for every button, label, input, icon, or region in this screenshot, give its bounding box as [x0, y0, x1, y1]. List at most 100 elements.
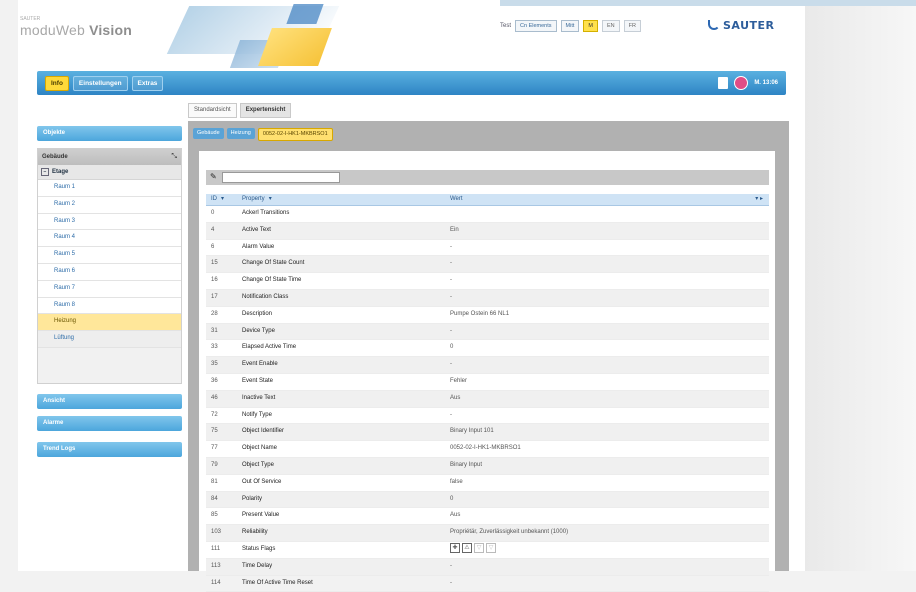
- tree-item[interactable]: Raum 5: [38, 247, 181, 264]
- cell-property: Status Flags: [242, 545, 276, 552]
- cell-property: Time Delay: [242, 562, 273, 569]
- table-row[interactable]: 72 Notify Type -: [206, 408, 769, 425]
- cell-property: Object Name: [242, 445, 278, 452]
- filter-input[interactable]: [222, 172, 340, 183]
- language-en[interactable]: EN: [601, 20, 620, 32]
- content-frame: Gebäude Heizung 0052-02-I-HK1-MKBRSO1 ✎ …: [188, 121, 789, 592]
- cell-property: Object Identifier: [242, 428, 285, 435]
- cell-value: Ein: [450, 226, 459, 233]
- column-header-id[interactable]: ID ▾: [206, 194, 242, 205]
- tab-standard-view[interactable]: Standardsicht: [188, 103, 237, 118]
- cell-id: 72: [211, 411, 218, 418]
- table-row[interactable]: 28 Description Pumpe Ostein 66 NL1: [206, 307, 769, 324]
- table-row[interactable]: 16 Change Of State Time -: [206, 273, 769, 290]
- nav-tab-info[interactable]: Info: [45, 76, 69, 91]
- table-row[interactable]: 6 Alarm Value -: [206, 240, 769, 257]
- elements-chip[interactable]: Cn Elements: [515, 20, 557, 32]
- table-row[interactable]: 111 Status Flags ✚ ⚠ ▽ ▽: [206, 542, 769, 559]
- table-row[interactable]: 114 Time Of Active Time Reset -: [206, 576, 769, 592]
- sidebar-trendlogs-button[interactable]: Trend Logs: [37, 442, 182, 457]
- breadcrumb-item[interactable]: Gebäude: [193, 128, 224, 139]
- cell-id: 81: [211, 478, 218, 485]
- language-fr[interactable]: FR: [623, 20, 641, 32]
- table-row[interactable]: 103 Reliability Propriétär, Zuverlässigkei…: [206, 525, 769, 542]
- cell-id: 77: [211, 445, 218, 452]
- cell-value: -: [450, 579, 452, 586]
- table-row[interactable]: 77 Object Name 0052-02-I-HK1-MKBRSO1: [206, 441, 769, 458]
- tree-toolbar: Gebäude ⤡: [38, 149, 181, 165]
- tree-item[interactable]: Raum 2: [38, 196, 181, 214]
- tree-item[interactable]: Raum 4: [38, 230, 181, 248]
- column-header-value[interactable]: Wert: [450, 194, 729, 205]
- table-row[interactable]: 79 Object Type Binary Input: [206, 457, 769, 475]
- breadcrumb-item[interactable]: Heizung: [226, 128, 255, 139]
- nav-tab-settings[interactable]: Einstellungen: [72, 76, 128, 91]
- expand-toggle-icon[interactable]: −: [41, 168, 49, 176]
- cell-id: 35: [211, 361, 218, 368]
- tree-item-selected[interactable]: Heizung: [38, 314, 181, 332]
- table-row[interactable]: 81 Out Of Service false: [206, 475, 769, 492]
- mitt-chip[interactable]: Mitt: [560, 20, 580, 32]
- cell-value: [450, 206, 769, 222]
- cell-id: 4: [211, 226, 215, 233]
- cell-id: 15: [211, 260, 218, 267]
- document-icon[interactable]: [718, 77, 729, 89]
- cell-property: Change Of State Time: [242, 277, 302, 284]
- pin-icon[interactable]: ✎: [210, 173, 218, 181]
- table-row[interactable]: 85 Present Value Aus: [206, 508, 769, 526]
- cell-value: false: [450, 478, 463, 485]
- cell-id: 46: [211, 394, 218, 401]
- table-row[interactable]: 46 Inactive Text Aus: [206, 390, 769, 408]
- collapse-icon[interactable]: ⤡: [171, 153, 177, 161]
- app-logo-text: moduWeb Vision: [20, 22, 133, 38]
- cell-property: Active Text: [242, 226, 271, 233]
- column-menu-icon[interactable]: ▾ ▸: [729, 194, 769, 205]
- alarm-flag-icon: ✚: [450, 543, 460, 554]
- tree-item[interactable]: Raum 3: [38, 213, 181, 231]
- tab-expert-view[interactable]: Expertensicht: [239, 103, 292, 118]
- tree-item[interactable]: Raum 1: [38, 180, 181, 197]
- cell-property: Time Of Active Time Reset: [242, 579, 313, 586]
- table-row[interactable]: 4 Active Text Ein: [206, 222, 769, 240]
- cell-value: 0052-02-I-HK1-MKBRSO1: [450, 445, 521, 452]
- tree-item[interactable]: Raum 8: [38, 297, 181, 315]
- table-row[interactable]: 0 Ackerl Transitions: [206, 206, 769, 223]
- table-row[interactable]: 35 Event Enable -: [206, 357, 769, 374]
- user-label[interactable]: M. 13:06: [754, 80, 778, 86]
- cell-property: Notification Class: [242, 293, 289, 300]
- alarm-icon[interactable]: [734, 76, 749, 90]
- tree-group[interactable]: − Etage: [38, 165, 181, 180]
- cell-property: Event State: [242, 377, 274, 384]
- cell-id: 17: [211, 293, 218, 300]
- sidebar-view-button[interactable]: Ansicht: [37, 394, 182, 409]
- tree-item[interactable]: Raum 7: [38, 280, 181, 298]
- cell-property: Object Type: [242, 461, 274, 468]
- view-tabs: Standardsicht Expertensicht: [188, 103, 292, 118]
- breadcrumb-current[interactable]: 0052-02-I-HK1-MKBRSO1: [257, 128, 333, 141]
- table-row[interactable]: 75 Object Identifier Binary Input 101: [206, 424, 769, 442]
- table-row[interactable]: 17 Notification Class -: [206, 289, 769, 307]
- table-row[interactable]: 84 Polarity 0: [206, 491, 769, 509]
- cell-property: Notify Type: [242, 411, 272, 418]
- table-row[interactable]: 33 Elapsed Active Time 0: [206, 340, 769, 358]
- tree-item[interactable]: Lüftung: [38, 331, 181, 348]
- sidebar-objects-button[interactable]: Objekte: [37, 126, 182, 141]
- table-row[interactable]: 113 Time Delay -: [206, 558, 769, 576]
- language-de[interactable]: M: [583, 20, 598, 32]
- cell-value: Pumpe Ostein 66 NL1: [450, 310, 510, 317]
- cell-property: Alarm Value: [242, 243, 275, 250]
- cell-id: 28: [211, 310, 218, 317]
- cell-value: -: [450, 260, 452, 267]
- breadcrumb: Gebäude Heizung 0052-02-I-HK1-MKBRSO1: [193, 128, 333, 141]
- table-row[interactable]: 36 Event State Fehler: [206, 374, 769, 391]
- column-header-property[interactable]: Property ▾: [242, 194, 450, 205]
- cell-property: Ackerl Transitions: [242, 210, 290, 216]
- tree-item[interactable]: Raum 6: [38, 263, 181, 281]
- nav-tab-extras[interactable]: Extras: [131, 76, 164, 91]
- cell-value: -: [450, 243, 452, 250]
- cell-property: Change Of State Count: [242, 260, 305, 267]
- table-row[interactable]: 15 Change Of State Count -: [206, 256, 769, 274]
- table-row[interactable]: 31 Device Type -: [206, 323, 769, 341]
- sidebar-alarms-button[interactable]: Alarme: [37, 416, 182, 431]
- cell-value: 0: [450, 344, 454, 351]
